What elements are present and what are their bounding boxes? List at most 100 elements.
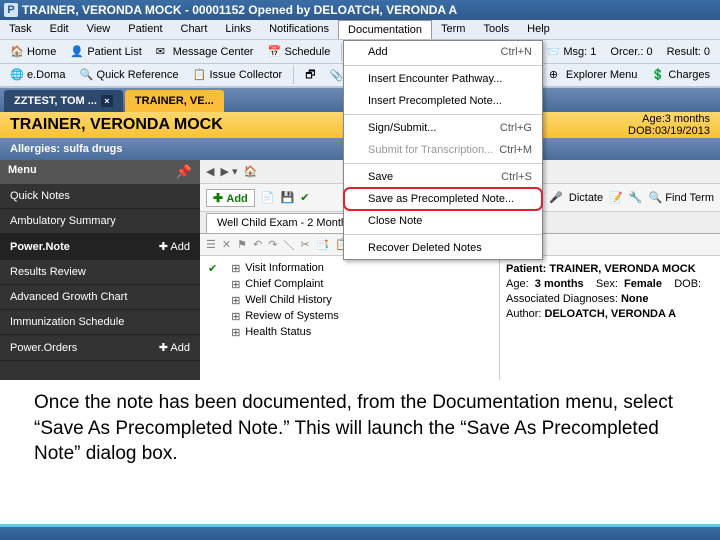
home-button[interactable]: 🏠 Home — [4, 43, 62, 61]
menu-links[interactable]: Links — [216, 20, 260, 39]
delete-icon[interactable]: ✕ — [222, 238, 231, 251]
dd-close-note[interactable]: Close Note — [344, 210, 542, 232]
charges-icon: 💲 — [651, 68, 665, 82]
sidebar-item-immunization-schedule[interactable]: Immunization Schedule — [0, 310, 200, 335]
explorer-label: Explorer Menu — [566, 69, 638, 81]
menu-view[interactable]: View — [78, 20, 120, 39]
patient-age: Age:3 months — [628, 113, 710, 125]
dd-shortcut: Ctrl+M — [499, 144, 532, 156]
check-icon[interactable]: ✔ — [300, 191, 309, 204]
tab-trainer-label: TRAINER, VE... — [135, 95, 214, 107]
dd-label: Sign/Submit... — [368, 122, 436, 134]
instruction-caption: Once the note has been documented, from … — [0, 380, 720, 477]
window-title: TRAINER, VERONDA MOCK - 00001152 Opened … — [22, 3, 457, 17]
patient-dob: DOB:03/19/2013 — [628, 125, 710, 137]
close-icon[interactable]: × — [101, 95, 113, 107]
add-icon[interactable]: ✚ Add — [159, 240, 190, 253]
dd-recover-deleted-notes[interactable]: Recover Deleted Notes — [344, 237, 542, 259]
quick-ref-label: Quick Reference — [97, 69, 179, 81]
outline-item-well-child-history[interactable]: Well Child History — [225, 292, 499, 308]
outline-item-health-status[interactable]: Health Status — [225, 324, 499, 340]
find-term-button[interactable]: 🔍 Find Term — [649, 191, 714, 204]
copy-icon[interactable]: 📑 — [316, 238, 330, 251]
patient-list-button[interactable]: 👤 Patient List — [64, 43, 147, 61]
sidebar-item-ambulatory-summary[interactable]: Ambulatory Summary — [0, 209, 200, 234]
sidebar-item-powernote[interactable]: Power.Note ✚ Add — [0, 234, 200, 260]
dd-insert-precompleted-note[interactable]: Insert Precompleted Note... — [344, 90, 542, 112]
message-center-label: Message Center — [173, 46, 254, 58]
window-title-bar: P TRAINER, VERONDA MOCK - 00001152 Opene… — [0, 0, 720, 20]
quick-ref-button[interactable]: 🔍 Quick Reference — [74, 66, 185, 84]
dd-save[interactable]: Save Ctrl+S — [344, 166, 542, 188]
add-label: Add — [170, 342, 190, 354]
home-icon[interactable]: 🏠 — [244, 165, 258, 178]
globe-icon: 🌐 — [10, 68, 24, 82]
dd-save-as-precompleted-note[interactable]: Save as Precompleted Note... — [344, 188, 542, 210]
sex-val: Female — [624, 278, 662, 290]
undo-icon[interactable]: ↶ — [253, 238, 262, 251]
tear-off-button[interactable]: 🗗 — [299, 64, 321, 87]
menu-task[interactable]: Task — [0, 20, 41, 39]
sidebar-item-label: Results Review — [10, 266, 86, 278]
menu-notifications[interactable]: Notifications — [260, 20, 338, 39]
forward-button[interactable]: ▶ ▾ — [220, 165, 237, 178]
tab-zztest[interactable]: ZZTEST, TOM ... × — [4, 90, 123, 112]
add-icon[interactable]: ✚ Add — [159, 341, 190, 354]
tab-trainer[interactable]: TRAINER, VE... — [125, 90, 224, 112]
msg-count-label: Msg: 1 — [563, 46, 596, 58]
orcer-count: Orcer.: 0 — [604, 44, 658, 60]
dd-submit-transcription: Submit for Transcription... Ctrl+M — [344, 139, 542, 161]
sidebar-item-quick-notes[interactable]: Quick Notes — [0, 184, 200, 209]
doc-tab-label: Well Child Exam - 2 Month (... — [217, 217, 363, 229]
explorer-menu-button[interactable]: ⊕ Explorer Menu — [543, 66, 644, 84]
cut-icon[interactable]: ✂ — [300, 238, 309, 251]
check-icon[interactable]: ✔ — [200, 260, 225, 340]
dd-sign-submit[interactable]: Sign/Submit... Ctrl+G — [344, 117, 542, 139]
sidebar-item-advanced-growth-chart[interactable]: Advanced Growth Chart — [0, 285, 200, 310]
menu-help[interactable]: Help — [518, 20, 559, 39]
sidebar-item-label: Immunization Schedule — [10, 316, 124, 328]
menu-tools[interactable]: Tools — [474, 20, 518, 39]
separator — [344, 65, 542, 66]
issue-collector-button[interactable]: 📋 Issue Collector — [186, 66, 288, 84]
save-icon[interactable]: 💾 — [280, 191, 294, 204]
outline-item-visit-info[interactable]: Visit Information — [225, 260, 499, 276]
charges-button[interactable]: 💲 Charges — [645, 66, 716, 84]
menu-term[interactable]: Term — [432, 20, 474, 39]
form-icon[interactable]: 📄 — [261, 191, 275, 204]
sidebar-item-label: Power.Note — [10, 241, 70, 253]
flag-icon[interactable]: ⚑ — [237, 238, 247, 251]
schedule-button[interactable]: 📅 Schedule — [261, 43, 336, 61]
message-center-button[interactable]: ✉ Message Center — [150, 43, 260, 61]
menu-edit[interactable]: Edit — [41, 20, 78, 39]
menu-documentation[interactable]: Documentation — [338, 20, 432, 39]
dictate-button[interactable]: Dictate — [569, 192, 603, 204]
redo-icon[interactable]: ↷ — [268, 238, 277, 251]
outline-item-review-of-systems[interactable]: Review of Systems — [225, 308, 499, 324]
edoma-button[interactable]: 🌐 e.Doma — [4, 66, 72, 84]
outline-item-chief-complaint[interactable]: Chief Complaint — [225, 276, 499, 292]
line-icon[interactable]: ＼ — [283, 237, 294, 253]
msg-count[interactable]: 📨 Msg: 1 — [540, 43, 602, 61]
dd-add[interactable]: Add Ctrl+N — [344, 41, 542, 63]
schedule-label: Schedule — [284, 46, 330, 58]
filter-icon[interactable]: 🔧 — [629, 191, 643, 204]
sidebar-item-powerorders[interactable]: Power.Orders ✚ Add — [0, 335, 200, 361]
mic-icon[interactable]: 🎤 — [549, 191, 563, 204]
pin-icon[interactable]: 📌 — [176, 164, 192, 180]
menu-chart[interactable]: Chart — [172, 20, 217, 39]
text-icon[interactable]: 📝 — [609, 191, 623, 204]
menu-patient[interactable]: Patient — [119, 20, 171, 39]
clipboard-icon: 📋 — [192, 68, 206, 82]
dd-insert-encounter-pathway[interactable]: Insert Encounter Pathway... — [344, 68, 542, 90]
calendar-icon: 📅 — [267, 45, 281, 59]
age-lbl: Age: — [506, 278, 529, 290]
separator — [344, 234, 542, 235]
sidebar-item-results-review[interactable]: Results Review — [0, 260, 200, 285]
back-button[interactable]: ◀ — [206, 165, 214, 178]
separator — [344, 114, 542, 115]
outline-icon[interactable]: ☰ — [206, 238, 216, 251]
patient-val: TRAINER, VERONDA MOCK — [549, 263, 695, 275]
add-button[interactable]: ✚ Add — [206, 189, 255, 207]
dd-label: Save — [368, 171, 393, 183]
